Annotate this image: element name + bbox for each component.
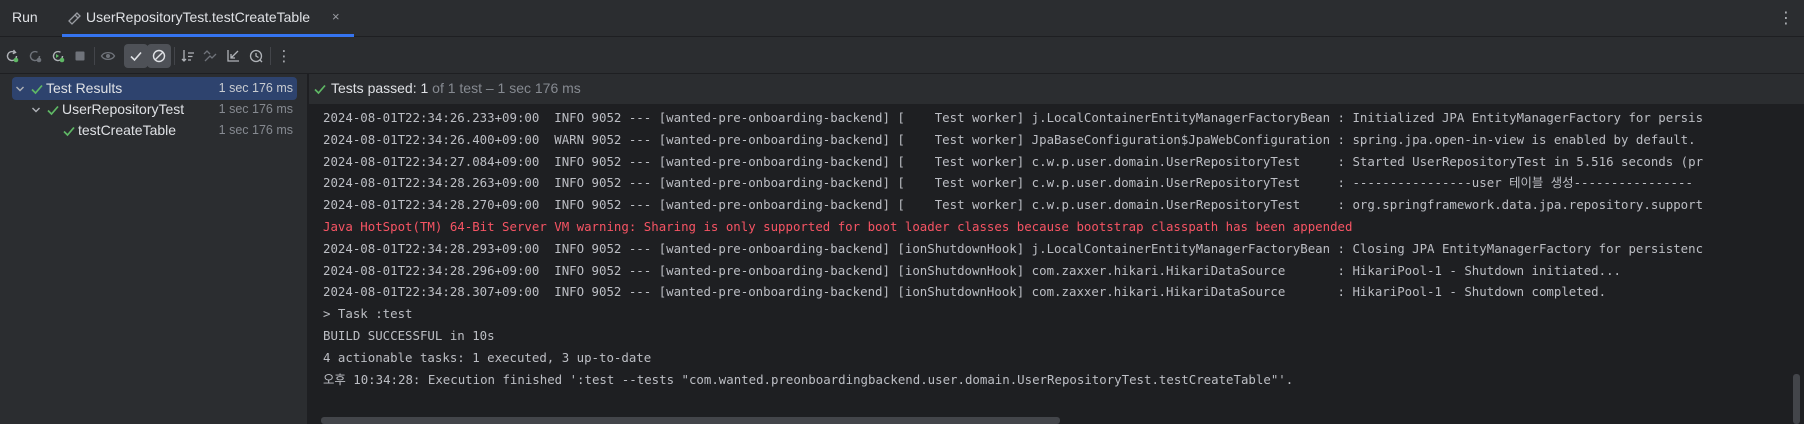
stop-button[interactable] [68, 44, 92, 68]
vertical-scrollbar[interactable] [1793, 374, 1800, 424]
test-results-tree: Test Results 1 sec 176 ms UserRepository… [0, 74, 308, 424]
log-line: 2024-08-01T22:34:26.400+09:00 WARN 9052 … [323, 131, 1696, 147]
tree-item-test-create-table[interactable]: testCreateTable 1 sec 176 ms [12, 119, 297, 142]
log-line: 2024-08-01T22:34:28.296+09:00 INFO 9052 … [323, 262, 1622, 278]
tests-status-text: Tests passed: 1 of 1 test – 1 sec 176 ms [331, 80, 581, 96]
rerun-failed-icon [29, 50, 42, 63]
log-line: 2024-08-01T22:34:28.293+09:00 INFO 9052 … [323, 240, 1704, 256]
log-line: BUILD SUCCESSFUL in 10s [323, 327, 495, 343]
tree-item-duration: 1 sec 176 ms [218, 81, 293, 95]
stop-icon [75, 51, 85, 61]
test-passed-icon [63, 126, 75, 137]
console-log[interactable]: 2024-08-01T22:34:26.233+09:00 INFO 9052 … [323, 107, 1788, 397]
close-icon[interactable]: × [332, 9, 340, 24]
run-tool-window-title: Run [12, 9, 38, 25]
tree-item-duration: 1 sec 176 ms [218, 102, 293, 116]
history-icon [249, 49, 263, 63]
rerun-automatically-icon [52, 50, 65, 63]
chevron-down-icon[interactable] [30, 104, 42, 116]
tests-passed-icon [314, 84, 326, 95]
log-line: 오후 10:34:28: Execution finished ':test -… [323, 371, 1294, 387]
show-passed-toggle[interactable] [124, 44, 148, 68]
eye-icon [100, 51, 116, 61]
test-passed-icon [47, 105, 59, 116]
toolbar-separator [270, 47, 271, 65]
tree-item-duration: 1 sec 176 ms [218, 123, 293, 137]
tab-title: UserRepositoryTest.testCreateTable [86, 9, 311, 25]
test-status-bar: Tests passed: 1 of 1 test – 1 sec 176 ms [309, 74, 1804, 104]
test-run-config-icon [66, 10, 82, 26]
chevron-down-icon[interactable] [14, 83, 26, 95]
rerun-automatically-button[interactable] [46, 44, 70, 68]
rerun-failed-button[interactable] [23, 44, 47, 68]
tree-item-label: testCreateTable [78, 122, 177, 138]
rerun-icon [6, 49, 19, 63]
toolbar-separator [94, 47, 95, 65]
log-line: 2024-08-01T22:34:28.263+09:00 INFO 9052 … [323, 175, 1693, 191]
toggle-preview-button[interactable] [96, 44, 120, 68]
sort-by-duration-button[interactable] [198, 44, 222, 68]
tool-window-tabbar: Run UserRepositoryTest.testCreateTable ×… [0, 0, 1804, 37]
more-options-icon[interactable]: ⋮ [1778, 8, 1794, 28]
console-output-panel: Tests passed: 1 of 1 test – 1 sec 176 ms… [309, 74, 1804, 424]
tests-summary: of 1 test – 1 sec 176 ms [428, 80, 581, 96]
checkmark-icon [130, 51, 142, 62]
more-icon: ⋮ [276, 48, 292, 65]
log-line: 2024-08-01T22:34:28.307+09:00 INFO 9052 … [323, 284, 1607, 300]
log-line: 2024-08-01T22:34:28.270+09:00 INFO 9052 … [323, 197, 1704, 213]
log-line: 2024-08-01T22:34:27.084+09:00 INFO 9052 … [323, 153, 1704, 169]
log-line: 2024-08-01T22:34:26.233+09:00 INFO 9052 … [323, 110, 1704, 125]
tree-item-test-results[interactable]: Test Results 1 sec 176 ms [12, 77, 297, 100]
tests-passed-count: Tests passed: 1 [331, 80, 429, 96]
collapse-icon [227, 50, 239, 62]
sort-duration-icon [203, 50, 217, 62]
ignored-icon [152, 49, 166, 63]
sort-button[interactable] [176, 44, 200, 68]
show-ignored-toggle[interactable] [147, 44, 171, 68]
toolbar-separator [174, 47, 175, 65]
tree-item-label: UserRepositoryTest [62, 101, 185, 117]
sort-icon [181, 50, 194, 62]
log-line: > Task :test [323, 306, 413, 322]
log-line-warning: Java HotSpot(TM) 64-Bit Server VM warnin… [323, 218, 1353, 234]
log-line: 4 actionable tasks: 1 executed, 3 up-to-… [323, 349, 652, 365]
run-toolbar: ⋮ [0, 37, 1804, 74]
collapse-all-button[interactable] [221, 44, 245, 68]
tab-user-repository-test[interactable]: UserRepositoryTest.testCreateTable × [62, 0, 354, 37]
more-actions-button[interactable]: ⋮ [272, 44, 296, 68]
tree-item-label: Test Results [46, 80, 123, 96]
test-passed-icon [31, 84, 43, 95]
horizontal-scrollbar[interactable] [321, 417, 1060, 424]
test-history-button[interactable] [244, 44, 268, 68]
tree-item-user-repository-test[interactable]: UserRepositoryTest 1 sec 176 ms [12, 98, 297, 121]
rerun-button[interactable] [0, 44, 24, 68]
